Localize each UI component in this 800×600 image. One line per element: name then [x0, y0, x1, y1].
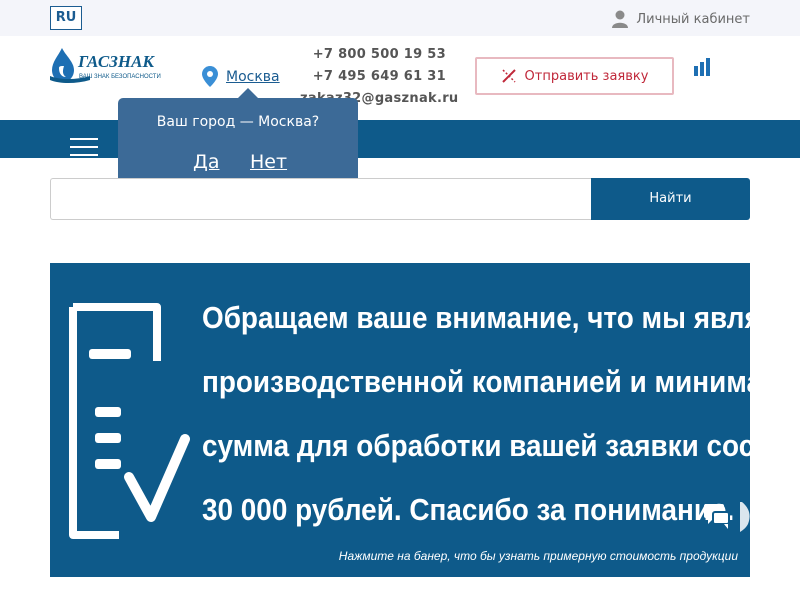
stats-link[interactable] [693, 58, 711, 80]
banner-line-1: Обращаем ваше внимание, что мы являемся [202, 300, 750, 335]
promo-banner[interactable]: Обращаем ваше внимание, что мы являемся … [50, 263, 750, 577]
location-pin-icon [202, 66, 218, 87]
banner-line-4: 30 000 рублей. Спасибо за понимание. [202, 492, 735, 527]
top-bar: RU Личный кабинет [0, 0, 800, 36]
phone-1[interactable]: +7 800 500 19 53 [300, 44, 446, 66]
city-no-link[interactable]: Нет [250, 151, 287, 173]
city-question: Ваш город — Москва? [156, 114, 320, 130]
chat-button[interactable] [702, 502, 750, 536]
logo-text: ГАСЗНАК [77, 52, 155, 71]
cabinet-label: Личный кабинет [636, 11, 750, 27]
city-selector[interactable]: Москва [202, 66, 280, 87]
send-request-label: Отправить заявку [524, 68, 649, 84]
send-request-button[interactable]: Отправить заявку [475, 57, 674, 95]
document-check-icon [69, 303, 190, 539]
banner-note: Нажмите на банер, что бы узнать примерну… [338, 549, 738, 563]
city-name[interactable]: Москва [226, 69, 280, 85]
pencil-ruler-icon [501, 69, 516, 83]
search-button[interactable]: Найти [591, 178, 750, 220]
banner-line-2: производственной компанией и минимальная [202, 364, 750, 399]
city-yes-link[interactable]: Да [193, 151, 220, 173]
chat-bubble-icon [704, 502, 750, 532]
hamburger-menu-icon[interactable] [70, 138, 98, 162]
logo-tagline: ВАШ ЗНАК БЕЗОПАСНОСТИ [79, 74, 161, 80]
user-icon [612, 10, 629, 28]
personal-cabinet-link[interactable]: Личный кабинет [612, 10, 750, 28]
language-switch[interactable]: RU [50, 6, 82, 30]
banner-text: Обращаем ваше внимание, что мы являемся … [202, 286, 750, 542]
search-input[interactable] [50, 178, 592, 220]
bar-chart-icon [694, 58, 710, 76]
banner-line-3: сумма для обработки вашей заявки составл… [202, 428, 750, 463]
phone-2[interactable]: +7 495 649 61 31 [300, 66, 446, 88]
site-logo[interactable]: ГАСЗНАК ВАШ ЗНАК БЕЗОПАСНОСТИ [50, 46, 182, 84]
